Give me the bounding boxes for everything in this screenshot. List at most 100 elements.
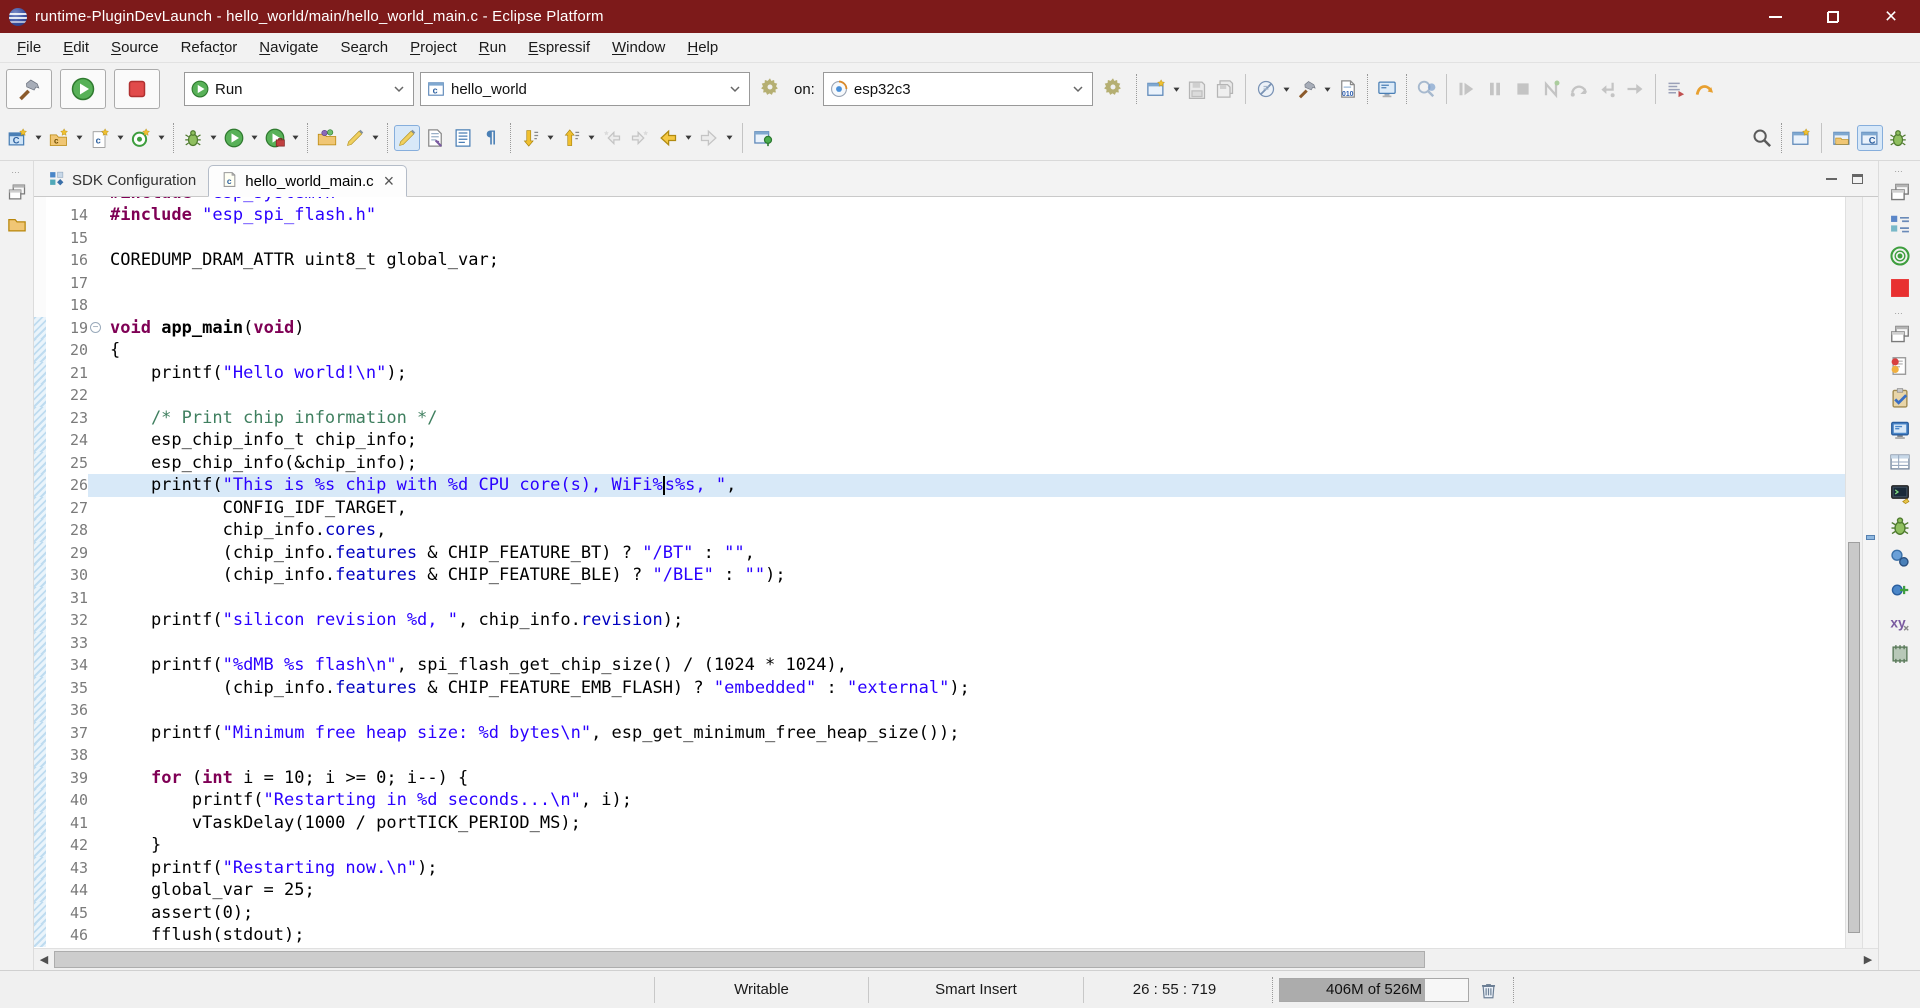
open-perspective-icon[interactable] (1788, 125, 1814, 151)
back-icon[interactable] (655, 125, 681, 151)
code-line-18[interactable]: 18 (34, 294, 1845, 317)
code-line-39[interactable]: 39 for (int i = 10; i >= 0; i--) { (34, 767, 1845, 790)
stop-launch-icon[interactable] (1886, 274, 1914, 302)
code-line-16[interactable]: 16COREDUMP_DRAM_ATTR uint8_t global_var; (34, 249, 1845, 272)
code-line-30[interactable]: 30 (chip_info.features & CHIP_FEATURE_BL… (34, 564, 1845, 587)
maximize-editor-icon[interactable] (1844, 167, 1870, 191)
code-line-36[interactable]: 36 (34, 699, 1845, 722)
build-active-config-icon[interactable] (1294, 76, 1320, 102)
mark-occurrences-pen-icon[interactable] (342, 125, 368, 151)
launch-project-combo[interactable]: c hello_world (420, 72, 750, 106)
scroll-right-arrow-icon[interactable]: ▶ (1858, 949, 1878, 970)
build-button[interactable] (6, 69, 52, 109)
debug-perspective-icon[interactable] (1885, 125, 1911, 151)
code-line-45[interactable]: 45 assert(0); (34, 902, 1845, 925)
overview-cursor-marker[interactable] (1866, 535, 1875, 540)
back-history-disabled-icon[interactable] (599, 125, 625, 151)
code-line-42[interactable]: 42 } (34, 834, 1845, 857)
code-line-17[interactable]: 17 (34, 272, 1845, 295)
code-editor[interactable]: #include "esp_system.h" 14#include "esp_… (34, 197, 1845, 948)
step-return-icon[interactable] (1594, 76, 1620, 102)
new-c-project-dropdown-icon[interactable] (32, 125, 45, 151)
horizontal-scrollbar[interactable]: ◀ ▶ (34, 948, 1878, 970)
debug-view-icon[interactable] (1886, 512, 1914, 540)
code-line-23[interactable]: 23 /* Print chip information */ (34, 407, 1845, 430)
project-settings-gear-icon[interactable] (760, 77, 784, 101)
vertical-scrollbar-thumb[interactable] (1848, 542, 1860, 933)
previous-annotation-dropdown-icon[interactable] (585, 125, 598, 151)
menu-run[interactable]: Run (468, 35, 518, 60)
menu-navigate[interactable]: Navigate (248, 35, 329, 60)
new-launch-target-icon[interactable] (128, 125, 154, 151)
console-view-icon[interactable] (1886, 416, 1914, 444)
code-line-38[interactable]: 38 (34, 744, 1845, 767)
code-line-22[interactable]: 22 (34, 384, 1845, 407)
restore-button[interactable] (1804, 0, 1862, 33)
code-line-15[interactable]: 15 (34, 227, 1845, 250)
code-line-40[interactable]: 40 printf("Restarting in %d seconds...\n… (34, 789, 1845, 812)
menu-window[interactable]: Window (601, 35, 676, 60)
terminate-icon[interactable] (1510, 76, 1536, 102)
next-annotation-icon[interactable] (517, 125, 543, 151)
menu-search[interactable]: Search (330, 35, 400, 60)
menu-file[interactable]: File (6, 35, 52, 60)
search-disabled-icon[interactable] (1413, 76, 1439, 102)
disassembly-icon[interactable]: 010 (1335, 76, 1361, 102)
scroll-left-arrow-icon[interactable]: ◀ (34, 949, 54, 970)
code-line-25[interactable]: 25 esp_chip_info(&chip_info); (34, 452, 1845, 475)
minimize-editor-icon[interactable] (1818, 167, 1844, 191)
show-whitespace-icon[interactable]: ¶ (478, 125, 504, 151)
open-element-icon[interactable] (314, 125, 340, 151)
new-project-icon[interactable]: c (46, 125, 72, 151)
code-line-34[interactable]: 34 printf("%dMB %s flash\n", spi_flash_g… (34, 654, 1845, 677)
new-c-project-icon[interactable]: C (5, 125, 31, 151)
menu-project[interactable]: Project (399, 35, 468, 60)
horizontal-scrollbar-thumb[interactable] (54, 951, 1425, 968)
code-line-19[interactable]: 19−void app_main(void) (34, 317, 1845, 340)
code-line-27[interactable]: 27 CONFIG_IDF_TARGET, (34, 497, 1845, 520)
tasks-icon[interactable] (1886, 384, 1914, 412)
skip-breakpoints-icon[interactable] (1253, 76, 1279, 102)
vertical-scrollbar[interactable] (1845, 197, 1862, 948)
drag-handle-dots[interactable]: … (1894, 306, 1905, 316)
launch-target-combo[interactable]: esp32c3 (823, 72, 1093, 106)
breakpoints-icon[interactable] (1886, 576, 1914, 604)
mark-occurrences-pen-dropdown-icon[interactable] (369, 125, 382, 151)
back-dropdown-icon[interactable] (682, 125, 695, 151)
pin-editor-icon[interactable] (750, 125, 776, 151)
debug-icon[interactable] (180, 125, 206, 151)
restore-view-2-icon[interactable] (1886, 320, 1914, 348)
previous-annotation-icon[interactable] (558, 125, 584, 151)
code-line-26[interactable]: 26 printf("This is %s chip with %d CPU c… (34, 474, 1845, 497)
restore-view-icon[interactable] (1886, 178, 1914, 206)
code-line-21[interactable]: 21 printf("Hello world!\n"); (34, 362, 1845, 385)
peripherals-icon[interactable] (1886, 544, 1914, 572)
code-line-28[interactable]: 28 chip_info.cores, (34, 519, 1845, 542)
new-c-source-file-dropdown-icon[interactable] (114, 125, 127, 151)
run-button[interactable] (60, 69, 106, 109)
new-project-dropdown-icon[interactable] (73, 125, 86, 151)
menu-help[interactable]: Help (676, 35, 729, 60)
code-line-14[interactable]: 14#include "esp_spi_flash.h" (34, 204, 1845, 227)
expressions-icon[interactable]: xy (1886, 608, 1914, 636)
collapse-icon[interactable]: − (90, 322, 101, 333)
code-line-37[interactable]: 37 printf("Minimum free heap size: %d by… (34, 722, 1845, 745)
drag-handle-dots[interactable]: … (11, 165, 22, 175)
save-icon[interactable] (1184, 76, 1210, 102)
close-button[interactable]: × (1862, 0, 1920, 33)
tab-hello-world-main-c[interactable]: chello_world_main.c× (208, 165, 407, 197)
code-line-44[interactable]: 44 global_var = 25; (34, 879, 1845, 902)
profile-dropdown-icon[interactable] (289, 125, 302, 151)
forward-dropdown-icon[interactable] (723, 125, 736, 151)
menu-refactor[interactable]: Refactor (170, 35, 249, 60)
new-launch-target-dropdown-icon[interactable] (155, 125, 168, 151)
code-line-35[interactable]: 35 (chip_info.features & CHIP_FEATURE_EM… (34, 677, 1845, 700)
target-settings-gear-icon[interactable] (1103, 77, 1127, 101)
skip-breakpoints-dropdown-icon[interactable] (1280, 76, 1293, 102)
code-line-20[interactable]: 20{ (34, 339, 1845, 362)
stop-button[interactable] (114, 69, 160, 109)
debug-dropdown-icon[interactable] (207, 125, 220, 151)
menu-source[interactable]: Source (100, 35, 170, 60)
menu-edit[interactable]: Edit (52, 35, 100, 60)
run-dropdown-icon[interactable] (248, 125, 261, 151)
